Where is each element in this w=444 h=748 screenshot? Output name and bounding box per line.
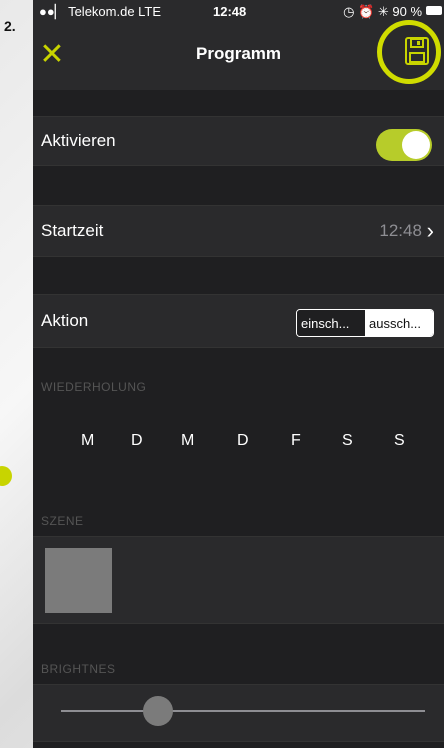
scene-header: SZENE [41,514,84,528]
scene-thumbnail[interactable] [45,548,112,613]
day-wednesday[interactable]: M [181,432,194,450]
day-thursday[interactable]: D [237,432,249,450]
repeat-days: M D M D F S S [33,414,444,468]
day-friday[interactable]: F [291,432,301,450]
action-segmented-control: einsch... aussch... [296,309,434,337]
battery-icon [426,6,442,15]
action-row: Aktion einsch... aussch... [33,294,444,348]
highlight-dot [0,466,12,486]
day-sunday[interactable]: S [394,432,405,450]
clock: 12:48 [213,4,247,19]
start-time-value: 12:48 › [379,206,434,256]
day-tuesday[interactable]: D [131,432,143,450]
day-saturday[interactable]: S [342,432,353,450]
chevron-right-icon: › [426,218,434,243]
start-time-text: 12:48 [379,221,422,240]
status-icons: ◷ ⏰ ✳ 90 % [343,4,422,19]
start-time-row[interactable]: Startzeit 12:48 › [33,205,444,257]
highlight-ring [377,20,441,84]
brightness-header: BRIGHTNES [41,662,116,676]
brightness-slider-thumb[interactable] [143,696,173,726]
activate-label: Aktivieren [41,131,116,150]
toggle-knob [402,131,430,159]
start-time-label: Startzeit [41,221,104,240]
brightness-row [33,684,444,742]
carrier-info: ●●▏ Telekom.de LTE [39,4,162,19]
phone-screen: ●●▏ Telekom.de LTE 12:48 ◷ ⏰ ✳ 90 % ✕ Pr… [33,0,444,748]
step-number: 2. [4,18,16,34]
status-bar: ●●▏ Telekom.de LTE 12:48 ◷ ⏰ ✳ 90 % [33,0,444,22]
action-option-off[interactable]: aussch... [365,310,433,336]
day-monday[interactable]: M [81,432,94,450]
action-option-on[interactable]: einsch... [297,310,365,336]
activate-toggle[interactable] [376,129,432,161]
activate-row: Aktivieren [33,116,444,166]
action-label: Aktion [41,311,89,330]
brightness-slider-track[interactable] [61,710,425,712]
repeat-header: WIEDERHOLUNG [41,380,147,394]
